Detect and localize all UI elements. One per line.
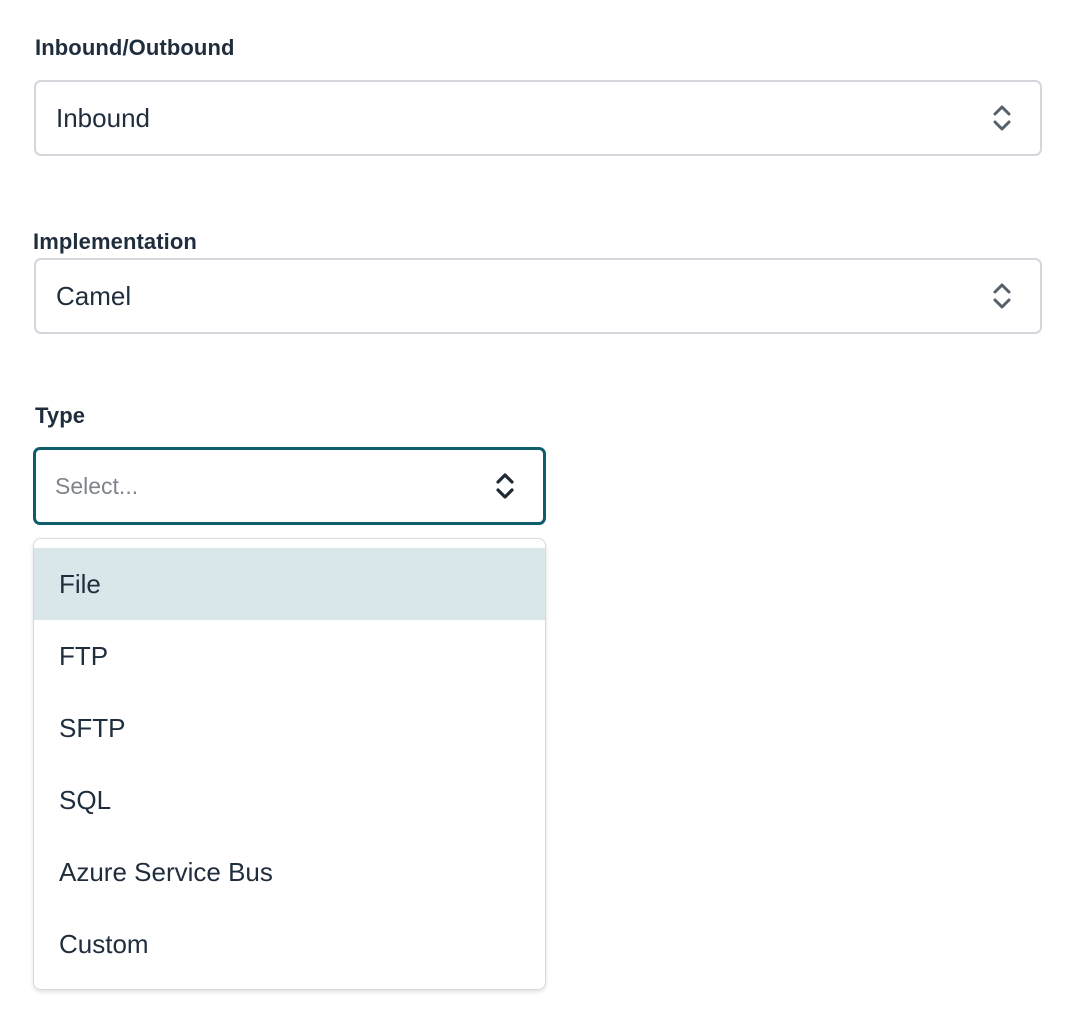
implementation-label: Implementation — [33, 229, 197, 254]
type-option-custom[interactable]: Custom — [34, 908, 545, 980]
type-label: Type — [35, 403, 86, 428]
type-option-file[interactable]: File — [34, 548, 545, 620]
type-placeholder: Select... — [55, 472, 139, 499]
type-select[interactable]: Select... — [33, 447, 546, 525]
type-dropdown-menu: File FTP SFTP SQL Azure Service Bus Cust… — [33, 538, 546, 990]
type-option-sftp[interactable]: SFTP — [34, 692, 545, 764]
direction-value: Inbound — [56, 102, 150, 133]
type-option-ftp[interactable]: FTP — [34, 620, 545, 692]
implementation-select[interactable]: Camel — [34, 258, 1042, 334]
type-option-sql[interactable]: SQL — [34, 764, 545, 836]
chevron-up-down-icon — [993, 283, 1011, 309]
chevron-up-down-icon — [496, 473, 514, 499]
direction-label: Inbound/Outbound — [35, 35, 235, 60]
type-option-azure-service-bus[interactable]: Azure Service Bus — [34, 836, 545, 908]
chevron-up-down-icon — [993, 105, 1011, 131]
implementation-value: Camel — [56, 280, 132, 311]
direction-select[interactable]: Inbound — [34, 80, 1042, 156]
